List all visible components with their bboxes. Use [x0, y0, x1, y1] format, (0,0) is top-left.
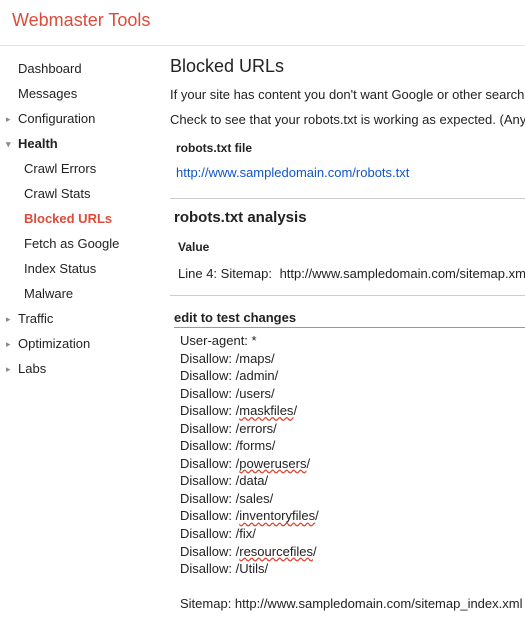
app-title: Webmaster Tools — [12, 10, 513, 31]
edit-title: edit to test changes — [174, 310, 525, 325]
sidebar-item-labs[interactable]: Labs — [4, 356, 160, 381]
sidebar-item-optimization[interactable]: Optimization — [4, 331, 160, 356]
intro-line-2: Check to see that your robots.txt is wor… — [170, 112, 525, 127]
robots-txt-editor[interactable]: User-agent: * Disallow: /maps/ Disallow:… — [174, 327, 525, 617]
divider-2 — [170, 295, 525, 296]
value-label: Value — [178, 240, 525, 254]
sidebar: Dashboard Messages Configuration Health … — [0, 46, 160, 637]
header: Webmaster Tools — [0, 0, 525, 45]
page-title: Blocked URLs — [170, 56, 525, 77]
spell-mark: maskfiles — [239, 403, 293, 418]
sidebar-item-blocked-urls[interactable]: Blocked URLs — [4, 206, 160, 231]
sidebar-item-messages[interactable]: Messages — [4, 81, 160, 106]
sidebar-item-dashboard[interactable]: Dashboard — [4, 56, 160, 81]
intro-line-1: If your site has content you don't want … — [170, 87, 525, 102]
main-content: Blocked URLs If your site has content yo… — [160, 46, 525, 637]
line4-prefix: Line 4: Sitemap: — [178, 266, 272, 281]
line4-url: http://www.sampledomain.com/sitemap.xml — [280, 266, 525, 281]
spell-mark: powerusers — [239, 456, 306, 471]
sidebar-item-traffic[interactable]: Traffic — [4, 306, 160, 331]
spell-mark: resourcefiles — [239, 544, 313, 559]
divider — [170, 198, 525, 199]
robots-file-label: robots.txt file — [170, 141, 525, 155]
sidebar-item-index-status[interactable]: Index Status — [4, 256, 160, 281]
layout: Dashboard Messages Configuration Health … — [0, 45, 525, 637]
analysis-row: Line 4: Sitemap: http://www.sampledomain… — [178, 266, 525, 281]
analysis-title: robots.txt analysis — [174, 209, 525, 226]
sidebar-item-malware[interactable]: Malware — [4, 281, 160, 306]
robots-txt-link[interactable]: http://www.sampledomain.com/robots.txt — [170, 165, 409, 180]
sidebar-item-health[interactable]: Health — [4, 131, 160, 156]
sidebar-item-crawl-errors[interactable]: Crawl Errors — [4, 156, 160, 181]
sidebar-item-fetch-as-google[interactable]: Fetch as Google — [4, 231, 160, 256]
sidebar-item-crawl-stats[interactable]: Crawl Stats — [4, 181, 160, 206]
spell-mark: inventoryfiles — [239, 508, 315, 523]
sidebar-item-configuration[interactable]: Configuration — [4, 106, 160, 131]
